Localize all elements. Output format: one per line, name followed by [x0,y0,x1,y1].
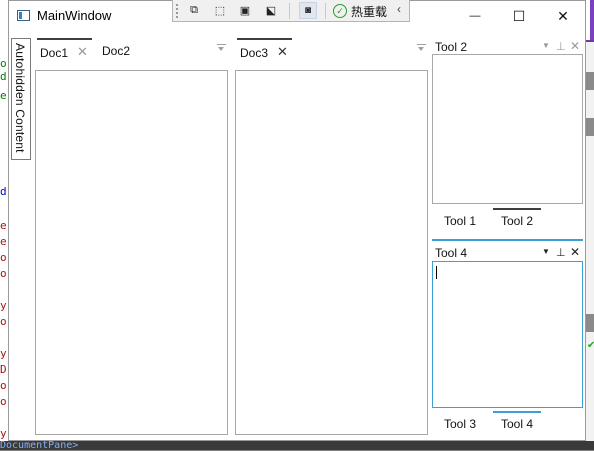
track-focus-icon: ⬕ [265,5,277,17]
close-icon: ✕ [557,7,569,24]
document-content[interactable] [235,70,428,435]
editor-char: d [0,70,7,83]
background-panel [586,42,594,441]
editor-char: y [0,347,7,360]
tab-label: Tool 3 [443,417,477,431]
document-pane-1: Doc1 ✕ Doc2 [35,38,228,435]
main-window: MainWindow — ☐ ✕ Autohidden Content Doc1… [8,0,586,441]
tool-pane-bottom: Tool 4 ▼ ⊥ ✕ Tool 3 Tool 4 [432,239,583,435]
editor-char: e [0,89,7,102]
app-icon [17,10,30,21]
active-pane-accent [432,239,583,241]
tool-content[interactable] [432,261,583,408]
document-pane-2: Doc3 ✕ [235,38,428,435]
pin-icon[interactable]: ⊥ [556,40,566,53]
dropdown-icon[interactable]: ▼ [542,41,550,50]
editor-char: o [0,251,7,264]
toolbar-grip[interactable] [176,4,181,18]
background-block [586,118,594,136]
editor-char: o [0,57,7,70]
tab-doc1[interactable]: Doc1 ✕ [37,38,92,62]
hot-reload-label: 热重载 [351,4,388,19]
live-visual-tree-icon: ⧉ [190,4,198,16]
binding-failures-button[interactable]: ◙ [299,2,317,19]
toolbar-separator [325,3,326,19]
background-block [586,72,594,90]
editor-char: e [0,219,7,232]
toolbar-separator [289,3,290,19]
autohidden-tab-label: Autohidden Content [13,43,27,153]
editor-char: d [0,185,7,198]
background-status-strip [0,441,594,450]
editor-char: o [0,395,7,408]
pane-menu-icon[interactable] [417,44,426,53]
tab-label: Tool 1 [443,214,477,228]
dropdown-icon[interactable]: ▼ [542,247,550,256]
select-element-button[interactable]: ⬚ [211,2,229,19]
binding-failures-icon: ◙ [304,5,312,16]
document-content[interactable] [35,70,228,435]
editor-char: y [0,299,7,312]
editor-char: o [0,315,7,328]
tab-tool-2[interactable]: Tool 2 [493,208,541,230]
pane-menu-icon[interactable] [217,44,226,53]
pin-icon[interactable]: ⊥ [556,246,566,259]
background-code-line: DocumentPane> [0,440,79,451]
tab-label: Tool 4 [500,417,534,431]
autohidden-tab[interactable]: Autohidden Content [11,38,31,160]
minimize-button[interactable]: — [453,1,497,31]
close-icon[interactable]: ✕ [277,44,288,60]
tool-pane-top: Tool 2 ▼ ⊥ ✕ Tool 1 Tool 2 [432,38,583,232]
editor-char: D [0,363,7,376]
tab-doc3[interactable]: Doc3 ✕ [237,38,292,62]
track-focused-element-button[interactable]: ⬕ [262,2,280,19]
tool-pane-title: Tool 4 [435,246,468,260]
check-icon: ✓ [333,4,347,18]
tab-tool-1[interactable]: Tool 1 [438,210,482,232]
close-icon[interactable]: ✕ [77,44,88,60]
editor-char: o [0,379,7,392]
go-to-live-visual-tree-button[interactable]: ⧉ [185,2,203,19]
display-layout-adorners-button[interactable]: ▣ [236,2,254,19]
editor-char: y [0,427,7,440]
chevron-left-icon[interactable]: ‹ [397,2,401,16]
select-element-icon: ⬚ [214,5,226,17]
tab-label: Doc2 [102,44,131,58]
hot-reload-button[interactable]: ✓ 热重载 [333,2,387,20]
tab-doc2[interactable]: Doc2 [97,38,137,62]
background-block [586,314,594,332]
editor-char: o [0,267,7,280]
tool-content[interactable] [432,54,583,204]
close-icon[interactable]: ✕ [570,245,580,259]
tool-pane-title: Tool 2 [435,40,468,54]
maximize-button[interactable]: ☐ [497,1,541,31]
close-button[interactable]: ✕ [541,1,585,31]
background-titlebar [590,0,594,40]
close-icon[interactable]: ✕ [570,39,580,53]
tab-tool-3[interactable]: Tool 3 [438,413,482,435]
minimize-icon: — [469,10,481,22]
editor-char: e [0,235,7,248]
layout-adorners-icon: ▣ [239,5,251,17]
tab-label: Doc3 [240,46,269,60]
text-caret [436,266,437,279]
tab-label: Tool 2 [500,214,534,228]
tab-label: Doc1 [40,46,69,60]
window-title: MainWindow [37,8,112,23]
tab-tool-4[interactable]: Tool 4 [493,411,541,433]
debug-toolbar: ⧉ ⬚ ▣ ⬕ ◙ ✓ 热重载 ‹ [172,0,410,22]
maximize-icon: ☐ [512,7,526,24]
check-icon: ✔ [587,340,594,351]
